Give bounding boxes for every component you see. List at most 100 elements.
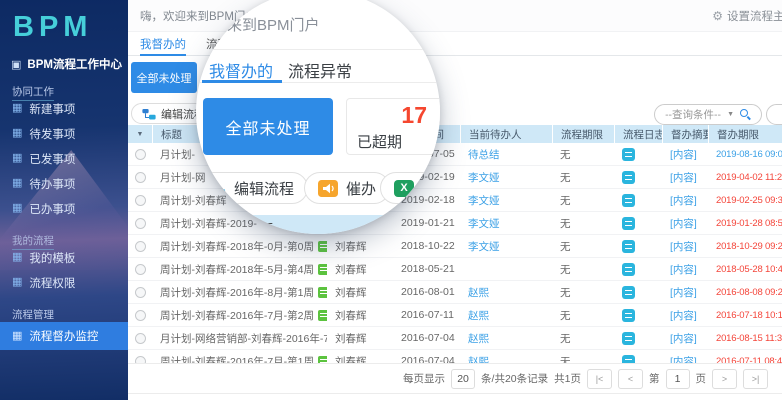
magnified-tab-my-supervised[interactable]: 我督办的: [209, 58, 273, 82]
sidebar-item-my-templates[interactable]: ▦ 我的模板: [0, 245, 128, 270]
query-condition-select[interactable]: --查询条件-- ▼: [654, 104, 762, 125]
excel-icon: X: [394, 180, 414, 197]
table-row[interactable]: 周计划-刘春辉-2018年-5月-第4周 刘春辉 2018-05-21 无 [内…: [128, 258, 782, 281]
summary-link[interactable]: [内容]: [662, 239, 708, 254]
prev-page-button[interactable]: <: [618, 369, 643, 389]
excel-doc-icon: [318, 241, 327, 252]
assignee-link[interactable]: 李文娅: [460, 193, 552, 208]
select-all-header[interactable]: ▼: [128, 125, 152, 143]
table-row[interactable]: 月计划-网络营销部-刘春辉-2016年-7月 刘春辉 2016-07-04 赵熙…: [128, 327, 782, 350]
sidebar-home-label: BPM流程工作中心: [27, 56, 122, 72]
col-flow-deadline: 流程期限: [552, 125, 614, 143]
magnified-all-unprocessed-button[interactable]: 全部未处理: [203, 98, 333, 155]
flow-icon: [206, 180, 226, 196]
divider: [196, 49, 440, 50]
doc-icon: ▦: [12, 103, 22, 114]
flow-log-icon[interactable]: [622, 332, 635, 345]
row-radio[interactable]: [135, 149, 146, 160]
first-page-button[interactable]: |<: [587, 369, 612, 389]
set-theme-button[interactable]: ⚙ 设置流程主题: [712, 8, 782, 24]
sidebar-item-done[interactable]: ▦ 已办事项: [0, 196, 128, 221]
sidebar-item-bpm-workcenter[interactable]: ▣ BPM流程工作中心: [0, 56, 128, 72]
pagination-bar: 每页显示 20 条/共20条记录 共1页 |< < 第 1 页 > >|: [128, 363, 782, 394]
magnified-tab-flow-exception[interactable]: 流程异常: [288, 58, 352, 82]
magnified-table-header: ▼ 标题: [196, 215, 408, 234]
sidebar-item-sent[interactable]: ▦ 已发事项: [0, 146, 128, 171]
flow-icon: [142, 108, 156, 120]
summary-link[interactable]: [内容]: [662, 285, 708, 300]
row-radio[interactable]: [135, 287, 146, 298]
row-radio[interactable]: [135, 264, 146, 275]
assignee-link[interactable]: 李文娅: [460, 216, 552, 231]
sort-caret-icon: ▼: [137, 131, 144, 138]
sidebar: BPM ▣ BPM流程工作中心 协同工作 ▦ 新建事项 ▦ 待发事项 ▦ 已发事…: [0, 0, 128, 400]
magnified-edit-flow-button[interactable]: 编辑流程: [196, 172, 308, 204]
assignee-link[interactable]: 赵熙: [460, 285, 552, 300]
search-icon[interactable]: [740, 109, 751, 120]
summary-link[interactable]: [内容]: [662, 331, 708, 346]
excel-doc-icon: [318, 264, 327, 275]
summary-link[interactable]: [内容]: [662, 170, 708, 185]
sidebar-item-flow-permissions[interactable]: ▦ 流程权限: [0, 270, 128, 295]
assignee-link[interactable]: 赵熙: [460, 331, 552, 346]
row-radio[interactable]: [135, 218, 146, 229]
jump-pre-label: 第: [649, 371, 660, 386]
doc-icon: ▦: [12, 203, 22, 214]
summary-link[interactable]: [内容]: [662, 308, 708, 323]
table-row[interactable]: 周计划-刘春辉-2016年-7月-第2周 刘春辉 2016-07-11 赵熙 无…: [128, 304, 782, 327]
magnified-export-excel-button[interactable]: X: [380, 172, 440, 204]
flow-log-icon[interactable]: [622, 194, 635, 207]
assignee-link[interactable]: 李文娅: [460, 170, 552, 185]
table-row[interactable]: 周计划-刘春辉-2016年-8月-第1周 刘春辉 2016-08-01 赵熙 无…: [128, 281, 782, 304]
row-radio[interactable]: [135, 310, 146, 321]
summary-link[interactable]: [内容]: [662, 262, 708, 277]
per-page-input[interactable]: 20: [451, 369, 475, 389]
row-radio[interactable]: [135, 333, 146, 344]
row-radio[interactable]: [135, 241, 146, 252]
summary-link[interactable]: [内容]: [662, 216, 708, 231]
sidebar-section-flow-mgmt: 流程管理: [12, 305, 128, 319]
sidebar-item-to-send[interactable]: ▦ 待发事项: [0, 121, 128, 146]
flow-log-icon[interactable]: [622, 217, 635, 230]
col-current-assignee: 当前待办人: [460, 125, 552, 143]
excel-doc-icon: [318, 310, 327, 321]
next-page-button[interactable]: >: [712, 369, 737, 389]
flow-log-icon[interactable]: [622, 263, 635, 276]
sidebar-item-supervision-monitor[interactable]: ▦ 流程督办监控: [0, 322, 128, 350]
speaker-icon: [318, 180, 338, 197]
row-radio[interactable]: [135, 195, 146, 206]
records-label: 条/共20条记录: [481, 371, 548, 386]
flow-log-icon[interactable]: [622, 148, 635, 161]
summary-link[interactable]: [内容]: [662, 147, 708, 162]
overdue-label: 已超期: [357, 131, 402, 152]
magnified-welcome-text: 嗨，欢迎来到BPM门户: [196, 14, 320, 35]
col-supervise-deadline: 督办期限: [708, 125, 782, 143]
all-unprocessed-button[interactable]: 全部未处理: [131, 62, 197, 93]
doc-icon: ▦: [12, 153, 22, 164]
flow-log-icon[interactable]: [622, 309, 635, 322]
overdue-count: 17: [401, 102, 427, 129]
magnified-overdue-card[interactable]: 17 已超期: [346, 98, 440, 155]
flow-log-icon[interactable]: [622, 240, 635, 253]
flow-log-icon[interactable]: [622, 171, 635, 184]
per-page-label: 每页显示: [403, 371, 445, 386]
flow-log-icon[interactable]: [622, 286, 635, 299]
excel-doc-icon: [318, 287, 327, 298]
tab-my-supervised[interactable]: 我督办的: [140, 32, 186, 55]
sidebar-item-todo[interactable]: ▦ 待办事项: [0, 171, 128, 196]
clipped-toolbar-pill[interactable]: [766, 104, 782, 125]
assignee-link[interactable]: 赵熙: [460, 308, 552, 323]
table-row[interactable]: 周计划-刘春辉-2018年-0月-第0周 刘春辉 2018-10-22 李文娅 …: [128, 235, 782, 258]
last-page-button[interactable]: >|: [743, 369, 768, 389]
assignee-link[interactable]: 待总结: [460, 147, 552, 162]
active-tab-underline: [202, 80, 282, 83]
row-radio[interactable]: [135, 172, 146, 183]
summary-link[interactable]: [内容]: [662, 193, 708, 208]
sidebar-item-new-item[interactable]: ▦ 新建事项: [0, 96, 128, 121]
sidebar-section-collab: 协同工作: [12, 82, 128, 96]
magnified-urge-button[interactable]: 催办: [304, 172, 390, 204]
chevron-down-icon: ▼: [727, 111, 734, 118]
page-input[interactable]: 1: [666, 369, 690, 389]
assignee-link[interactable]: 李文娅: [460, 239, 552, 254]
doc-icon: ▦: [12, 277, 22, 288]
